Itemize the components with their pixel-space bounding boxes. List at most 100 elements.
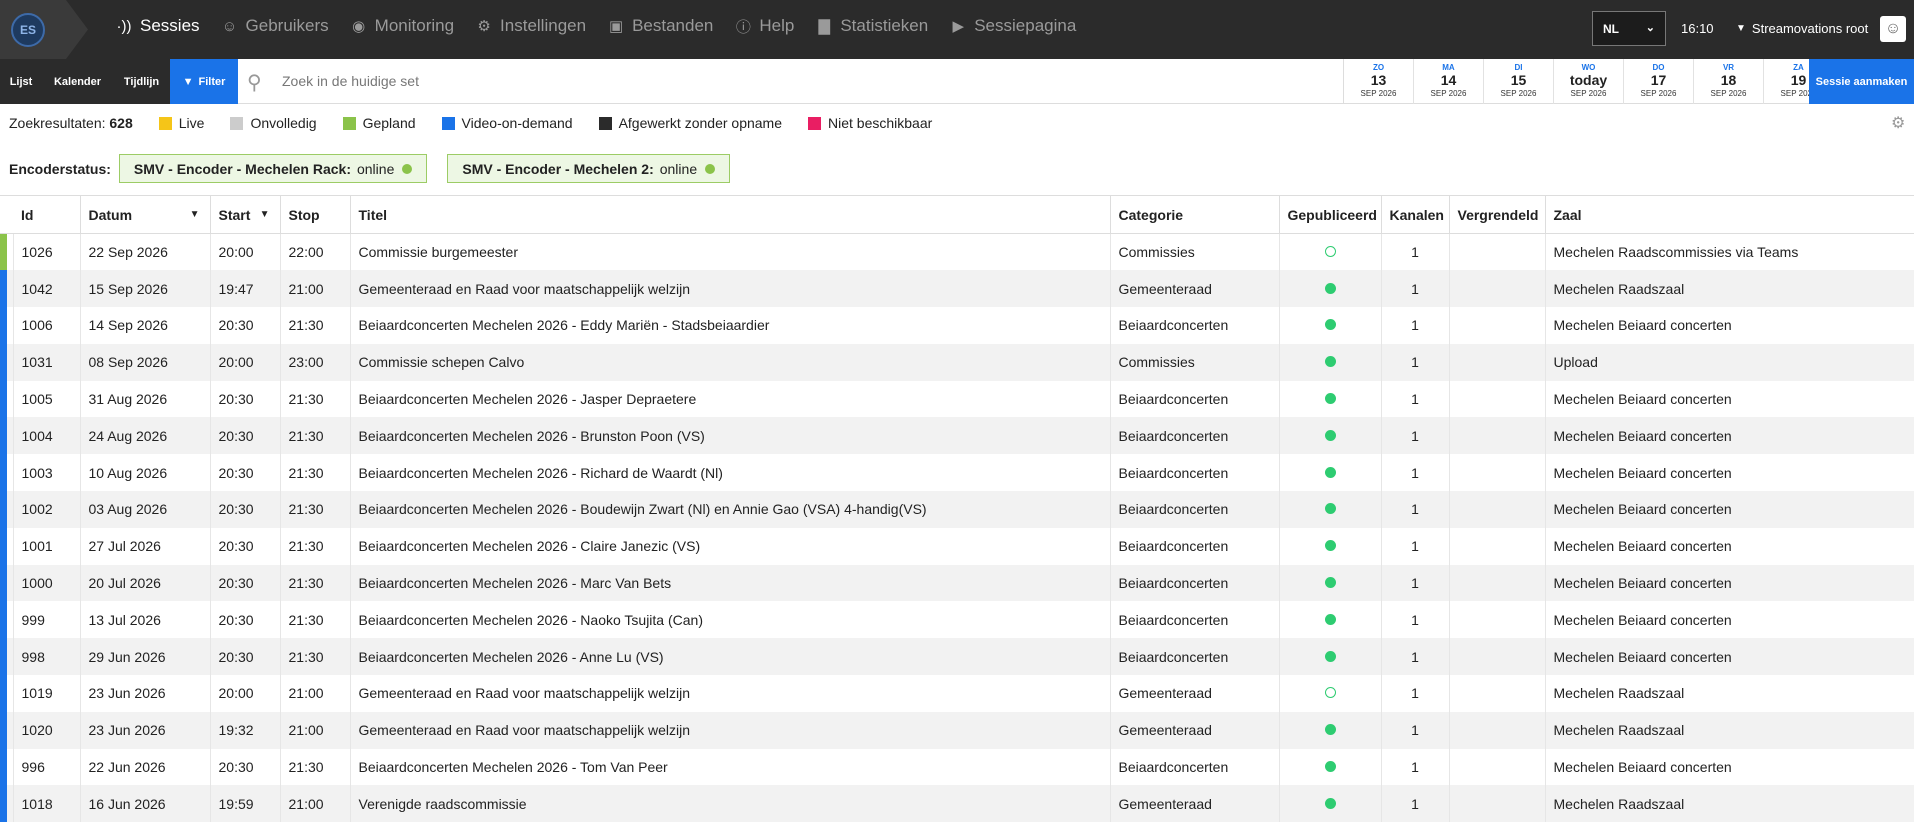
column-channels[interactable]: Kanalen xyxy=(1381,195,1450,234)
column-room[interactable]: Zaal xyxy=(1545,195,1914,234)
day-month: SEP 2026 xyxy=(1710,89,1747,98)
nav-item-label: Help xyxy=(759,16,795,35)
table-row[interactable]: 1020 23 Jun 2026 19:32 21:00 Gemeenteraad en… xyxy=(0,711,1914,749)
cell-published xyxy=(1279,601,1382,639)
cell-title: Beiaardconcerten Mechelen 2026 - Boudewi… xyxy=(350,491,1111,528)
table-row[interactable]: 1002 03 Aug 2026 20:30 21:30 Beiaardconcerte… xyxy=(0,491,1914,528)
day-zo[interactable]: ZO 13 SEP 2026 xyxy=(1344,59,1414,104)
cell-channels: 1 xyxy=(1381,711,1450,749)
day-date: 15 xyxy=(1510,72,1527,88)
table-row[interactable]: 1003 10 Aug 2026 20:30 21:30 Beiaardconcerte… xyxy=(0,454,1914,492)
new-session-button[interactable]: Sessie aanmaken xyxy=(1809,59,1914,104)
search-input[interactable] xyxy=(282,66,982,96)
cell-stop: 21:30 xyxy=(280,417,351,455)
status-indicator xyxy=(0,307,7,344)
cell-channels: 1 xyxy=(1381,380,1450,418)
nav-item-bestanden[interactable]: ▣ Bestanden xyxy=(608,16,713,36)
cell-locked xyxy=(1449,491,1546,528)
filter-button[interactable]: ▼ Filter xyxy=(170,59,238,104)
cell-published xyxy=(1279,748,1382,786)
nav-item-statistieken[interactable]: ▇ Statistieken xyxy=(816,16,929,36)
cell-date: 31 Aug 2026 xyxy=(80,380,211,418)
cell-published xyxy=(1279,417,1382,455)
published-dot-icon xyxy=(1324,503,1336,515)
cell-title: Beiaardconcerten Mechelen 2026 - Jasper … xyxy=(350,380,1111,418)
top-navigation: ES ·)) Sessies ☺ Gebruikers ◉ Monitoring ⚙ Inst… xyxy=(0,0,1914,59)
cell-room: Mechelen Beiaard concerten xyxy=(1545,638,1914,676)
day-ma[interactable]: MA 14 SEP 2026 xyxy=(1414,59,1484,104)
status-bar xyxy=(0,748,14,786)
legend-swatch xyxy=(808,116,822,130)
cell-channels: 1 xyxy=(1381,748,1450,786)
user-menu[interactable]: ▼ Streamovations root xyxy=(1736,21,1868,36)
day-di[interactable]: DI 15 SEP 2026 xyxy=(1484,59,1554,104)
day-vr[interactable]: VR 18 SEP 2026 xyxy=(1694,59,1764,104)
cell-date: 16 Jun 2026 xyxy=(80,785,211,823)
table-row[interactable]: 1031 08 Sep 2026 20:00 23:00 Commissie schep… xyxy=(0,343,1914,381)
nav-item-monitoring[interactable]: ◉ Monitoring xyxy=(351,16,454,36)
table-row[interactable]: 1018 16 Jun 2026 19:59 21:00 Verenigde raads… xyxy=(0,785,1914,823)
language-value: NL xyxy=(1603,22,1619,36)
cell-locked xyxy=(1449,417,1546,455)
table-row[interactable]: 999 13 Jul 2026 20:30 21:30 Beiaardconcerten… xyxy=(0,601,1914,639)
legend-swatch xyxy=(342,116,356,130)
cell-date: 22 Sep 2026 xyxy=(80,233,211,271)
tab-list[interactable]: Lijst xyxy=(0,59,42,104)
cell-channels: 1 xyxy=(1381,491,1450,528)
nav-item-sessiepagina[interactable]: ▶ Sessiepagina xyxy=(950,16,1076,36)
status-bar xyxy=(0,454,14,492)
tab-timeline[interactable]: Tijdlijn xyxy=(113,59,170,104)
table-row[interactable]: 1004 24 Aug 2026 20:30 21:30 Beiaardconcerte… xyxy=(0,417,1914,455)
column-published[interactable]: Gepubliceerd xyxy=(1279,195,1382,234)
nav-item-instellingen[interactable]: ⚙ Instellingen xyxy=(476,16,586,36)
day-wo[interactable]: WO today SEP 2026 xyxy=(1554,59,1624,104)
table-row[interactable]: 1001 27 Jul 2026 20:30 21:30 Beiaardconcerte… xyxy=(0,527,1914,565)
table-row[interactable]: 998 29 Jun 2026 20:30 21:30 Beiaardconcerten… xyxy=(0,638,1914,676)
cell-locked xyxy=(1449,638,1546,676)
column-category[interactable]: Categorie xyxy=(1110,195,1280,234)
published-dot-icon xyxy=(1324,613,1336,625)
nav-item-label: Instellingen xyxy=(500,16,587,35)
day-name: MA xyxy=(1442,63,1455,72)
cell-title: Verenigde raadscommissie xyxy=(350,785,1111,823)
day-name: DO xyxy=(1652,63,1665,72)
day-date: 14 xyxy=(1440,72,1457,88)
cell-start: 20:00 xyxy=(210,675,281,712)
app-logo[interactable]: ES xyxy=(11,13,45,47)
logo-area[interactable]: ES xyxy=(0,0,88,59)
column-title[interactable]: Titel xyxy=(350,195,1111,234)
cell-title: Beiaardconcerten Mechelen 2026 - Richard… xyxy=(350,454,1111,492)
published-dot-icon xyxy=(1324,797,1336,809)
day-do[interactable]: DO 17 SEP 2026 xyxy=(1624,59,1694,104)
column-id[interactable]: Id xyxy=(13,195,81,234)
column-stop[interactable]: Stop xyxy=(280,195,351,234)
legend-swatch xyxy=(230,116,244,130)
nav-item-gebruikers[interactable]: ☺ Gebruikers xyxy=(222,16,329,36)
nav-item-help[interactable]: ⓘ Help xyxy=(735,16,794,37)
table-row[interactable]: 1006 14 Sep 2026 20:30 21:30 Beiaardconcerte… xyxy=(0,307,1914,344)
table-row[interactable]: 1019 23 Jun 2026 20:00 21:00 Gemeenteraad en… xyxy=(0,675,1914,712)
table-row[interactable]: 1042 15 Sep 2026 19:47 21:00 Gemeenteraad en… xyxy=(0,270,1914,308)
cell-channels: 1 xyxy=(1381,454,1450,492)
tab-calendar[interactable]: Kalender xyxy=(42,59,113,104)
table-row[interactable]: 1000 20 Jul 2026 20:30 21:30 Beiaardconcerte… xyxy=(0,564,1914,602)
column-date[interactable]: Datum ▼ xyxy=(80,195,211,234)
cell-stop: 21:00 xyxy=(280,675,351,712)
status-indicator xyxy=(0,711,7,749)
clock: 16:10 xyxy=(1681,21,1714,36)
language-select[interactable]: NL ⌄ xyxy=(1592,11,1666,46)
table-row[interactable]: 1005 31 Aug 2026 20:30 21:30 Beiaardconcerte… xyxy=(0,380,1914,418)
nav-item-sessies[interactable]: ·)) Sessies xyxy=(116,16,200,36)
avatar[interactable]: ☺ xyxy=(1880,16,1906,42)
table-row[interactable]: 1026 22 Sep 2026 20:00 22:00 Commissie burge… xyxy=(0,233,1914,271)
table-row[interactable]: 996 22 Jun 2026 20:30 21:30 Beiaardconcerten… xyxy=(0,748,1914,786)
cell-category: Beiaardconcerten xyxy=(1110,307,1280,344)
cell-title: Beiaardconcerten Mechelen 2026 - Anne Lu… xyxy=(350,638,1111,676)
unpublished-circle-icon xyxy=(1324,246,1336,258)
settings-gear-icon[interactable]: ⚙ xyxy=(1891,113,1909,132)
cell-published xyxy=(1279,527,1382,565)
column-start[interactable]: Start ▼ xyxy=(210,195,281,234)
cell-id: 1002 xyxy=(13,491,81,528)
cell-start: 20:30 xyxy=(210,638,281,676)
column-locked[interactable]: Vergrendeld xyxy=(1449,195,1546,234)
